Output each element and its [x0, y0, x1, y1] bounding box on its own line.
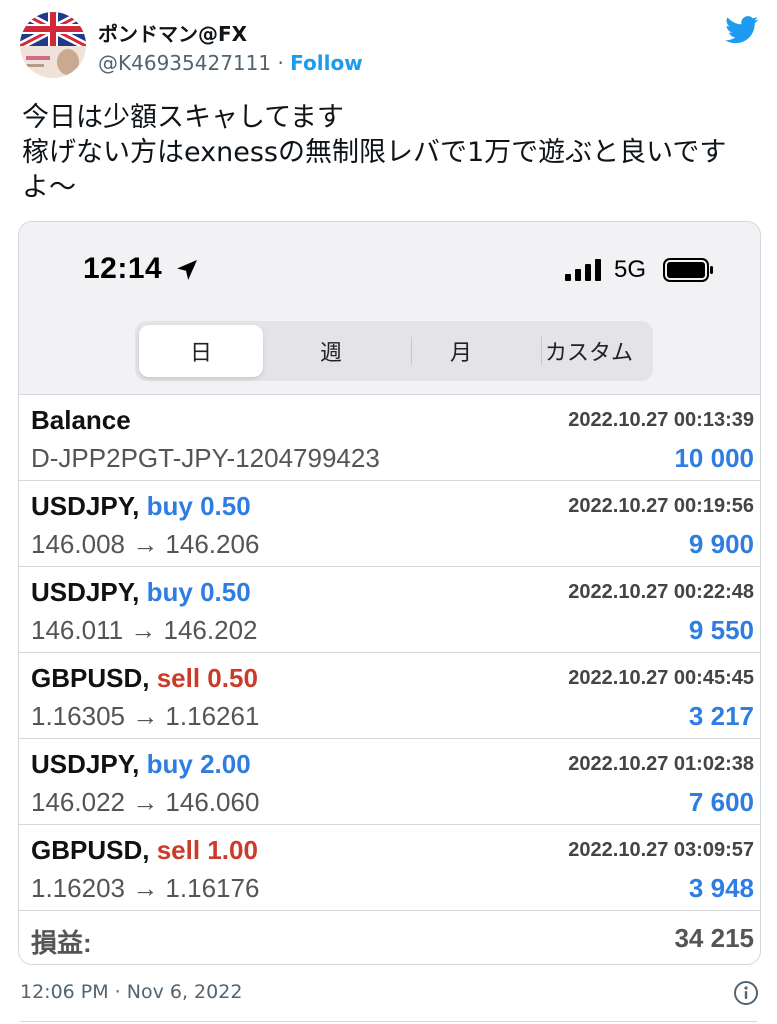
trade-action: buy 0.50: [146, 577, 251, 607]
trade-action: sell 0.50: [156, 663, 258, 693]
tab-custom[interactable]: カスタム: [527, 325, 651, 377]
handle-line: @K46935427111 · Follow: [98, 51, 363, 75]
status-time: 12:14: [83, 252, 163, 285]
trade-profit: 9 550: [688, 615, 754, 645]
row-date: 2022.10.27 00:45:45: [568, 667, 754, 689]
trade-title: USDJPY, buy 0.50: [31, 491, 251, 522]
follow-button[interactable]: Follow: [290, 51, 363, 75]
tab-day[interactable]: 日: [139, 325, 263, 377]
total-pnl-label: 損益:: [31, 928, 92, 958]
row-date: 2022.10.27 01:02:38: [568, 753, 754, 775]
account-id: D-JPP2PGT-JPY-1204799423: [31, 443, 380, 473]
avatar[interactable]: [20, 12, 86, 78]
row-date: 2022.10.27 00:19:56: [568, 495, 754, 517]
trade-prices: 146.011 → 146.202: [31, 615, 258, 645]
handle[interactable]: @K46935427111: [98, 51, 271, 75]
trade-title: GBPUSD, sell 1.00: [31, 835, 258, 866]
tweet-text: 今日は少額スキャしてます 稼げない方はexnessの無制限レバで1万で遊ぶと良い…: [22, 102, 727, 203]
attached-image[interactable]: 12:14 5G 日 週 月 カスタム Balance 2022.10.27 0…: [18, 221, 761, 965]
network-label: 5G: [614, 256, 647, 283]
trade-profit: 3 948: [688, 873, 754, 903]
tab-week[interactable]: 週: [269, 325, 393, 377]
trade-profit: 3 217: [688, 701, 754, 731]
tweet-timestamp[interactable]: 12:06 PM · Nov 6, 2022: [20, 981, 242, 1003]
trade-action: sell 1.00: [156, 835, 258, 865]
trade-symbol: USDJPY,: [31, 577, 140, 607]
trade-title: GBPUSD, sell 0.50: [31, 663, 258, 694]
total-pnl-value: 34 215: [674, 923, 754, 953]
trade-title: USDJPY, buy 0.50: [31, 577, 251, 608]
trade-profit: 7 600: [688, 787, 754, 817]
display-name[interactable]: ポンドマン@FX: [98, 18, 247, 47]
period-segmented-control: 日 週 月 カスタム: [135, 321, 653, 381]
trade-row[interactable]: GBPUSD, sell 1.00 2022.10.27 03:09:57 1.…: [19, 824, 760, 910]
trade-profit: 9 900: [688, 529, 754, 559]
separator: ·: [271, 51, 291, 75]
trade-row[interactable]: GBPUSD, sell 0.50 2022.10.27 00:45:45 1.…: [19, 652, 760, 738]
trade-prices: 1.16305 → 1.16261: [31, 701, 260, 731]
row-date: 2022.10.27 03:09:57: [568, 839, 754, 861]
divider: [20, 1021, 757, 1022]
trade-row[interactable]: USDJPY, buy 0.50 2022.10.27 00:22:48 146…: [19, 566, 760, 652]
balance-title: Balance: [31, 405, 131, 435]
trade-symbol: USDJPY,: [31, 491, 140, 521]
twitter-bird-icon[interactable]: [725, 16, 759, 44]
trade-action: buy 0.50: [146, 491, 251, 521]
total-pnl-row: 損益: 34 215: [19, 910, 760, 964]
trade-symbol: USDJPY,: [31, 749, 140, 779]
trade-row[interactable]: USDJPY, buy 2.00 2022.10.27 01:02:38 146…: [19, 738, 760, 824]
balance-value: 10 000: [674, 443, 754, 473]
info-icon[interactable]: [733, 980, 759, 1006]
battery-icon: [663, 258, 713, 282]
history-list: Balance 2022.10.27 00:13:39 D-JPP2PGT-JP…: [19, 394, 760, 964]
union-jack-banknote-avatar: [20, 12, 86, 78]
trade-prices: 1.16203 → 1.16176: [31, 873, 260, 903]
phone-header: 12:14 5G 日 週 月 カスタム: [19, 222, 760, 394]
row-date: 2022.10.27 00:13:39: [568, 409, 754, 431]
tab-month[interactable]: 月: [399, 325, 523, 377]
balance-row[interactable]: Balance 2022.10.27 00:13:39 D-JPP2PGT-JP…: [19, 394, 760, 480]
trade-symbol: GBPUSD,: [31, 663, 150, 693]
signal-bars-icon: [565, 259, 601, 281]
trade-action: buy 2.00: [146, 749, 251, 779]
trade-row[interactable]: USDJPY, buy 0.50 2022.10.27 00:19:56 146…: [19, 480, 760, 566]
trade-title: USDJPY, buy 2.00: [31, 749, 251, 780]
location-arrow-icon: [177, 260, 197, 280]
trade-symbol: GBPUSD,: [31, 835, 150, 865]
trade-prices: 146.022 → 146.060: [31, 787, 260, 817]
row-date: 2022.10.27 00:22:48: [568, 581, 754, 603]
trade-prices: 146.008 → 146.206: [31, 529, 260, 559]
